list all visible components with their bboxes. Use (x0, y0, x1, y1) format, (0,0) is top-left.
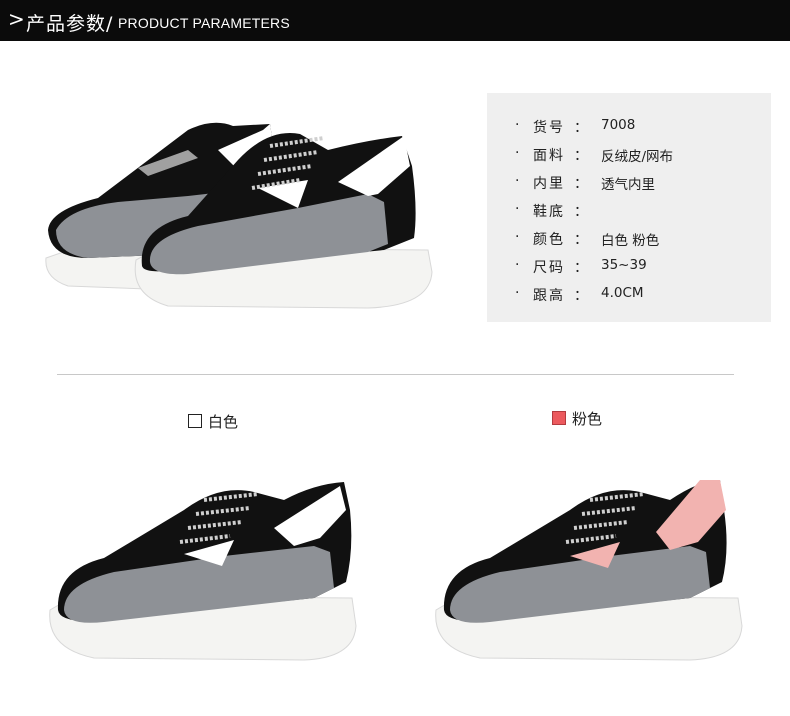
param-value: 35~39 (601, 257, 647, 273)
parameter-panel: · 货号 ： 7008 · 面料 ： 反绒皮/网布 · 内里 ： 透气内里 · … (487, 93, 771, 322)
white-swatch (188, 414, 202, 428)
param-value: 透气内里 (601, 177, 655, 193)
param-row-color: · 颜色 ： 白色 粉色 (515, 229, 660, 249)
section-divider (57, 374, 734, 375)
param-key: 尺码 (533, 260, 565, 276)
param-row-material: · 面料 ： 反绒皮/网布 (515, 145, 674, 165)
pink-swatch (552, 411, 566, 425)
param-row-item-number: · 货号 ： 7008 (515, 117, 636, 136)
product-image-pink (435, 480, 743, 661)
header-title-en: PRODUCT PARAMETERS (118, 15, 290, 31)
product-image-white (49, 482, 357, 661)
header-bar: > 产品参数/ PRODUCT PARAMETERS (0, 0, 790, 41)
variant-label-white: 白色 (208, 413, 239, 431)
product-image-pair (45, 122, 433, 309)
param-key: 跟高 (533, 288, 565, 304)
param-key: 货号 (533, 120, 565, 136)
param-key: 面料 (533, 148, 565, 164)
param-row-lining: · 内里 ： 透气内里 (515, 173, 655, 193)
chevron-right-icon: > (8, 7, 25, 31)
param-value: 反绒皮/网布 (601, 149, 674, 165)
header-title-cn: 产品参数/ (26, 13, 114, 35)
param-key: 鞋底 (533, 204, 565, 220)
param-value: 4.0CM (601, 285, 644, 301)
param-row-sole: · 鞋底 ： (515, 201, 588, 220)
param-value: 7008 (601, 117, 636, 133)
variant-label-pink: 粉色 (572, 410, 603, 428)
param-key: 内里 (533, 176, 565, 192)
param-value: 白色 粉色 (601, 233, 660, 249)
param-key: 颜色 (533, 232, 565, 248)
param-row-size: · 尺码 ： 35~39 (515, 257, 647, 276)
param-row-heel-height: · 跟高 ： 4.0CM (515, 285, 644, 304)
